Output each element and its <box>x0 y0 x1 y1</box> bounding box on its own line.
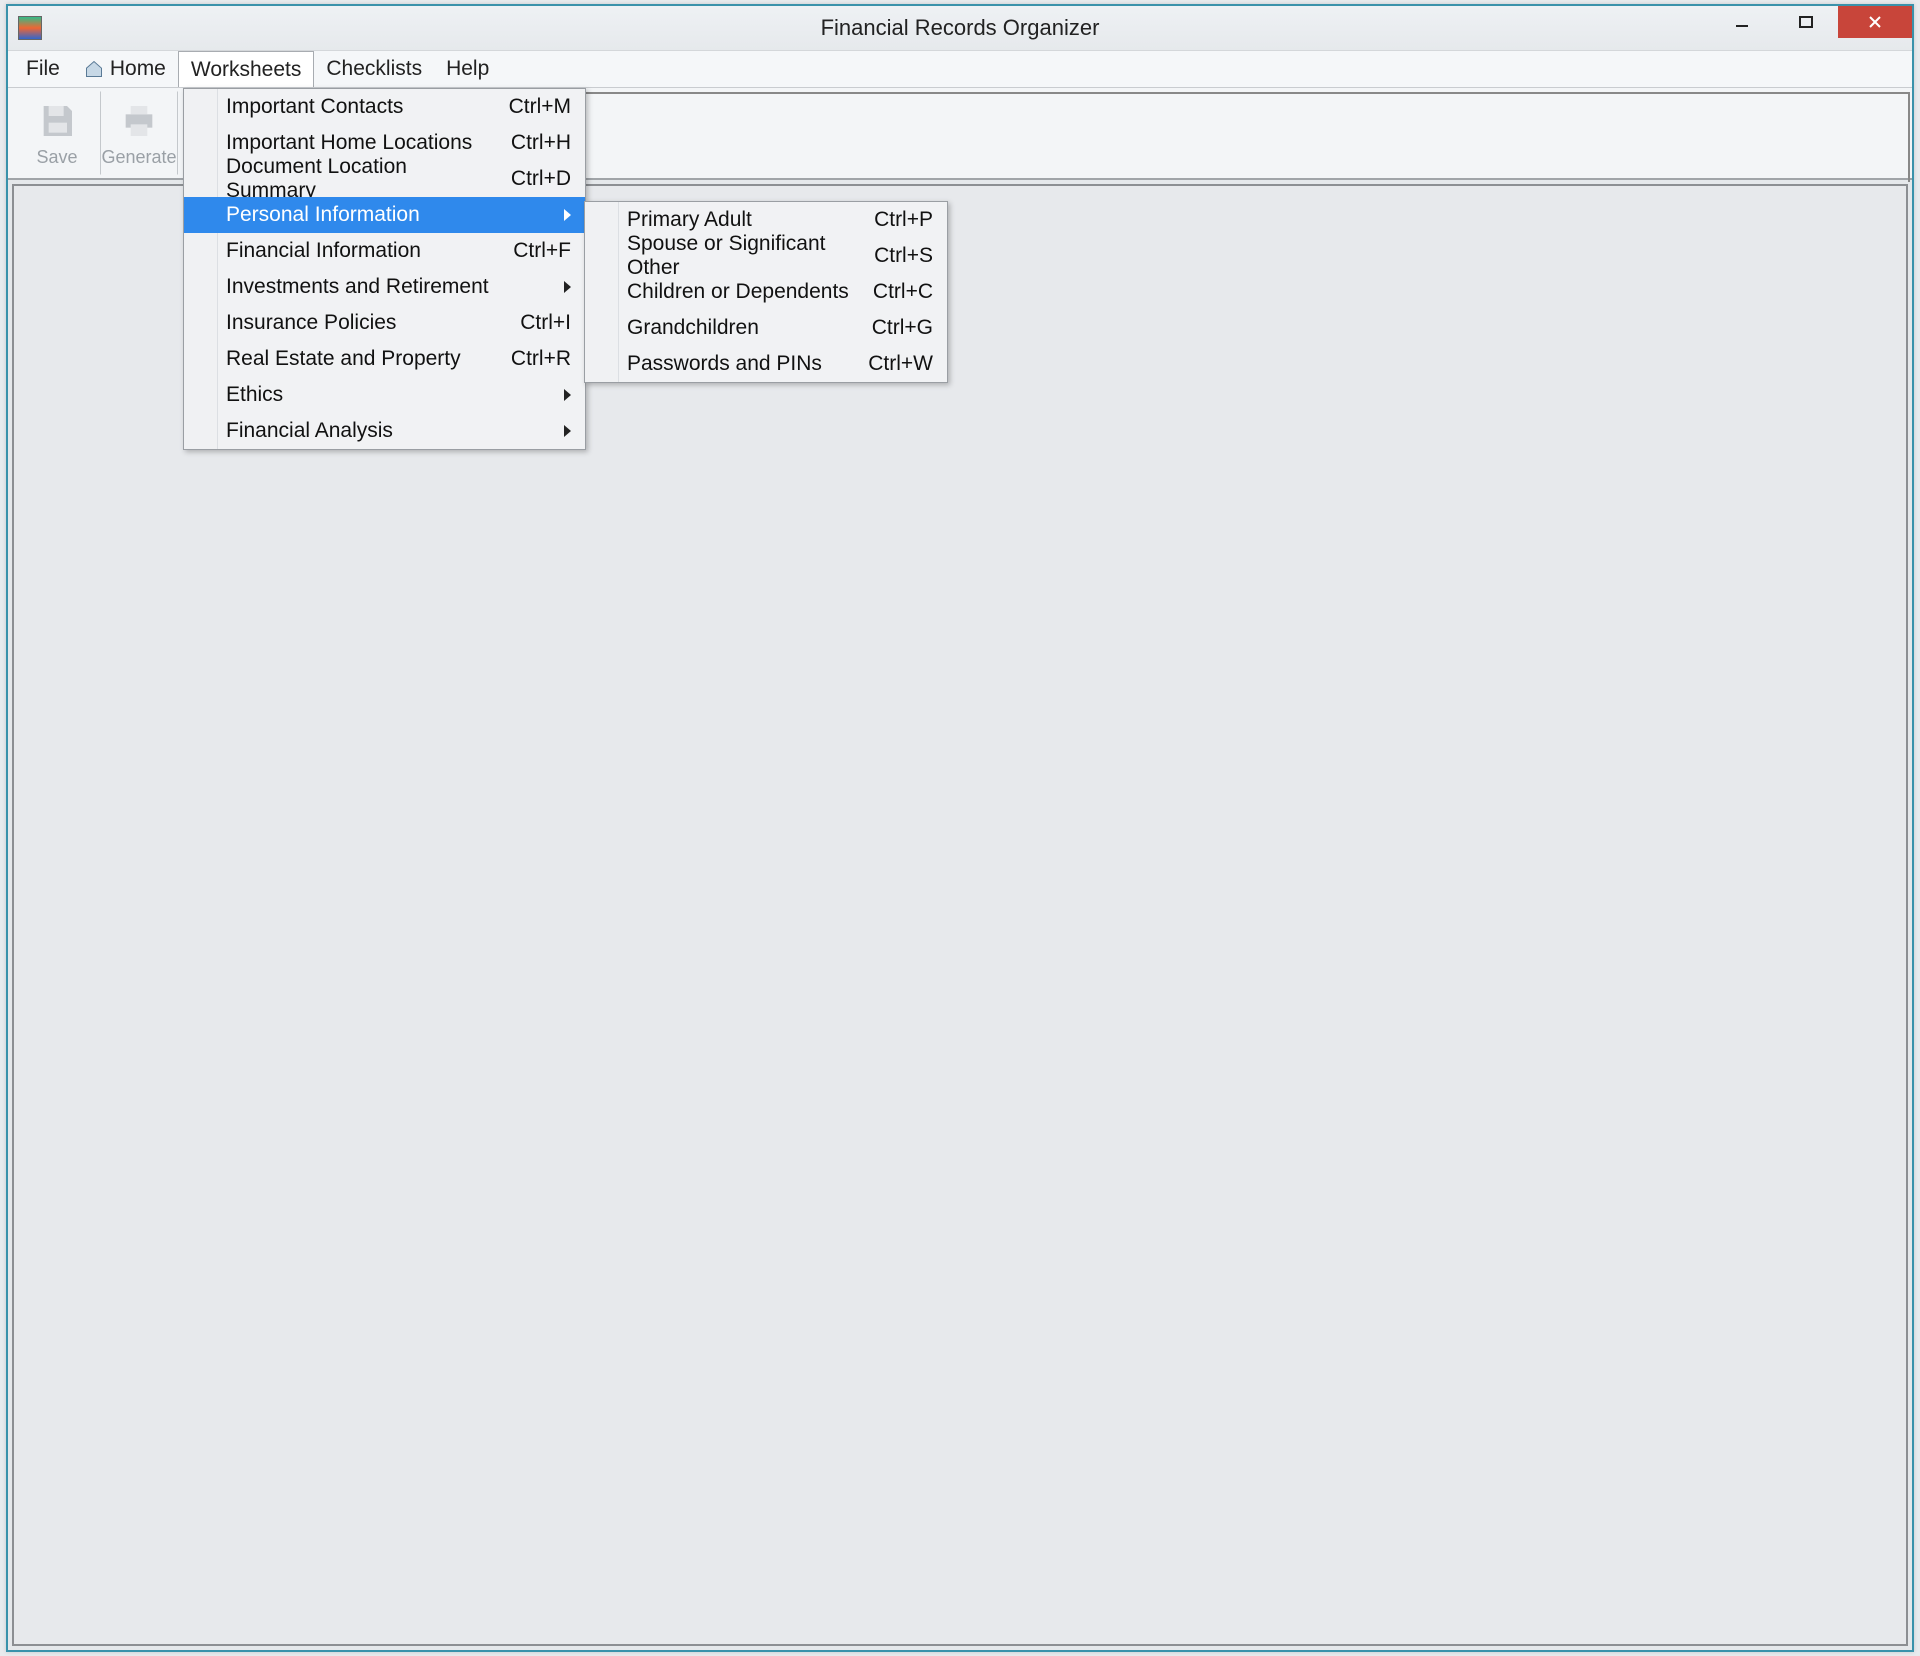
menuitem-document-location-summary[interactable]: Document Location Summary Ctrl+D <box>184 161 585 197</box>
menuitem-shortcut: Ctrl+G <box>852 316 933 340</box>
menuitem-label: Grandchildren <box>627 316 759 340</box>
menu-checklists-label: Checklists <box>326 57 422 81</box>
titlebar: Financial Records Organizer <box>8 6 1912 50</box>
window-title: Financial Records Organizer <box>821 15 1100 41</box>
menuitem-label: Personal Information <box>226 203 420 227</box>
save-icon <box>37 101 77 141</box>
menu-file[interactable]: File <box>14 51 72 87</box>
menuitem-shortcut: Ctrl+D <box>491 167 571 191</box>
app-icon <box>18 16 42 40</box>
menuitem-label: Children or Dependents <box>627 280 849 304</box>
menuitem-label: Document Location Summary <box>226 155 491 203</box>
menu-checklists[interactable]: Checklists <box>314 51 434 87</box>
menuitem-investments-and-retirement[interactable]: Investments and Retirement <box>184 269 585 305</box>
submenuitem-grandchildren[interactable]: Grandchildren Ctrl+G <box>585 310 947 346</box>
maximize-icon <box>1798 14 1814 30</box>
close-button[interactable] <box>1838 6 1912 38</box>
worksheets-dropdown: Important Contacts Ctrl+M Important Home… <box>183 88 586 450</box>
menu-file-label: File <box>26 57 60 81</box>
save-label: Save <box>36 147 77 168</box>
menuitem-shortcut: Ctrl+S <box>854 244 933 268</box>
minimize-button[interactable] <box>1710 6 1774 38</box>
menu-worksheets[interactable]: Worksheets <box>178 51 315 87</box>
menuitem-label: Financial Information <box>226 239 421 263</box>
menuitem-financial-information[interactable]: Financial Information Ctrl+F <box>184 233 585 269</box>
submenuitem-children[interactable]: Children or Dependents Ctrl+C <box>585 274 947 310</box>
maximize-button[interactable] <box>1774 6 1838 38</box>
submenuitem-spouse[interactable]: Spouse or Significant Other Ctrl+S <box>585 238 947 274</box>
submenu-arrow-icon <box>564 389 571 401</box>
menuitem-label: Passwords and PINs <box>627 352 822 376</box>
submenu-arrow-icon <box>564 425 571 437</box>
menuitem-label: Important Home Locations <box>226 131 472 155</box>
menuitem-financial-analysis[interactable]: Financial Analysis <box>184 413 585 449</box>
submenu-arrow-icon <box>564 281 571 293</box>
menu-worksheets-label: Worksheets <box>191 58 302 82</box>
menuitem-insurance-policies[interactable]: Insurance Policies Ctrl+I <box>184 305 585 341</box>
minimize-icon <box>1734 14 1750 30</box>
menuitem-label: Spouse or Significant Other <box>627 232 854 280</box>
menuitem-important-contacts[interactable]: Important Contacts Ctrl+M <box>184 89 585 125</box>
menuitem-shortcut: Ctrl+F <box>493 239 571 263</box>
save-button[interactable]: Save <box>18 91 96 175</box>
app-window: Financial Records Organizer File Home Wo… <box>6 4 1914 1652</box>
menuitem-real-estate-and-property[interactable]: Real Estate and Property Ctrl+R <box>184 341 585 377</box>
menuitem-ethics[interactable]: Ethics <box>184 377 585 413</box>
menuitem-label: Investments and Retirement <box>226 275 489 299</box>
menuitem-shortcut: Ctrl+W <box>848 352 933 376</box>
menuitem-shortcut: Ctrl+C <box>853 280 933 304</box>
menuitem-shortcut: Ctrl+M <box>489 95 571 119</box>
menuitem-shortcut: Ctrl+R <box>491 347 571 371</box>
menuitem-shortcut: Ctrl+I <box>500 311 571 335</box>
generate-button[interactable]: Generate <box>100 91 178 175</box>
generate-label: Generate <box>101 147 176 168</box>
home-icon <box>84 59 104 79</box>
submenuitem-passwords[interactable]: Passwords and PINs Ctrl+W <box>585 346 947 382</box>
submenu-arrow-icon <box>564 209 571 221</box>
menuitem-label: Important Contacts <box>226 95 403 119</box>
window-controls <box>1710 6 1912 38</box>
menuitem-label: Ethics <box>226 383 283 407</box>
menubar: File Home Worksheets Checklists Help <box>8 50 1912 88</box>
menu-home-label: Home <box>110 57 166 81</box>
menuitem-shortcut: Ctrl+H <box>491 131 571 155</box>
menu-help[interactable]: Help <box>434 51 501 87</box>
personal-information-submenu: Primary Adult Ctrl+P Spouse or Significa… <box>584 201 948 383</box>
close-icon <box>1867 14 1883 30</box>
menuitem-label: Financial Analysis <box>226 419 393 443</box>
menuitem-label: Insurance Policies <box>226 311 396 335</box>
menuitem-personal-information[interactable]: Personal Information <box>184 197 585 233</box>
menuitem-label: Primary Adult <box>627 208 752 232</box>
menuitem-shortcut: Ctrl+P <box>854 208 933 232</box>
printer-icon <box>119 101 159 141</box>
menu-home[interactable]: Home <box>72 51 178 87</box>
menuitem-label: Real Estate and Property <box>226 347 461 371</box>
menu-help-label: Help <box>446 57 489 81</box>
